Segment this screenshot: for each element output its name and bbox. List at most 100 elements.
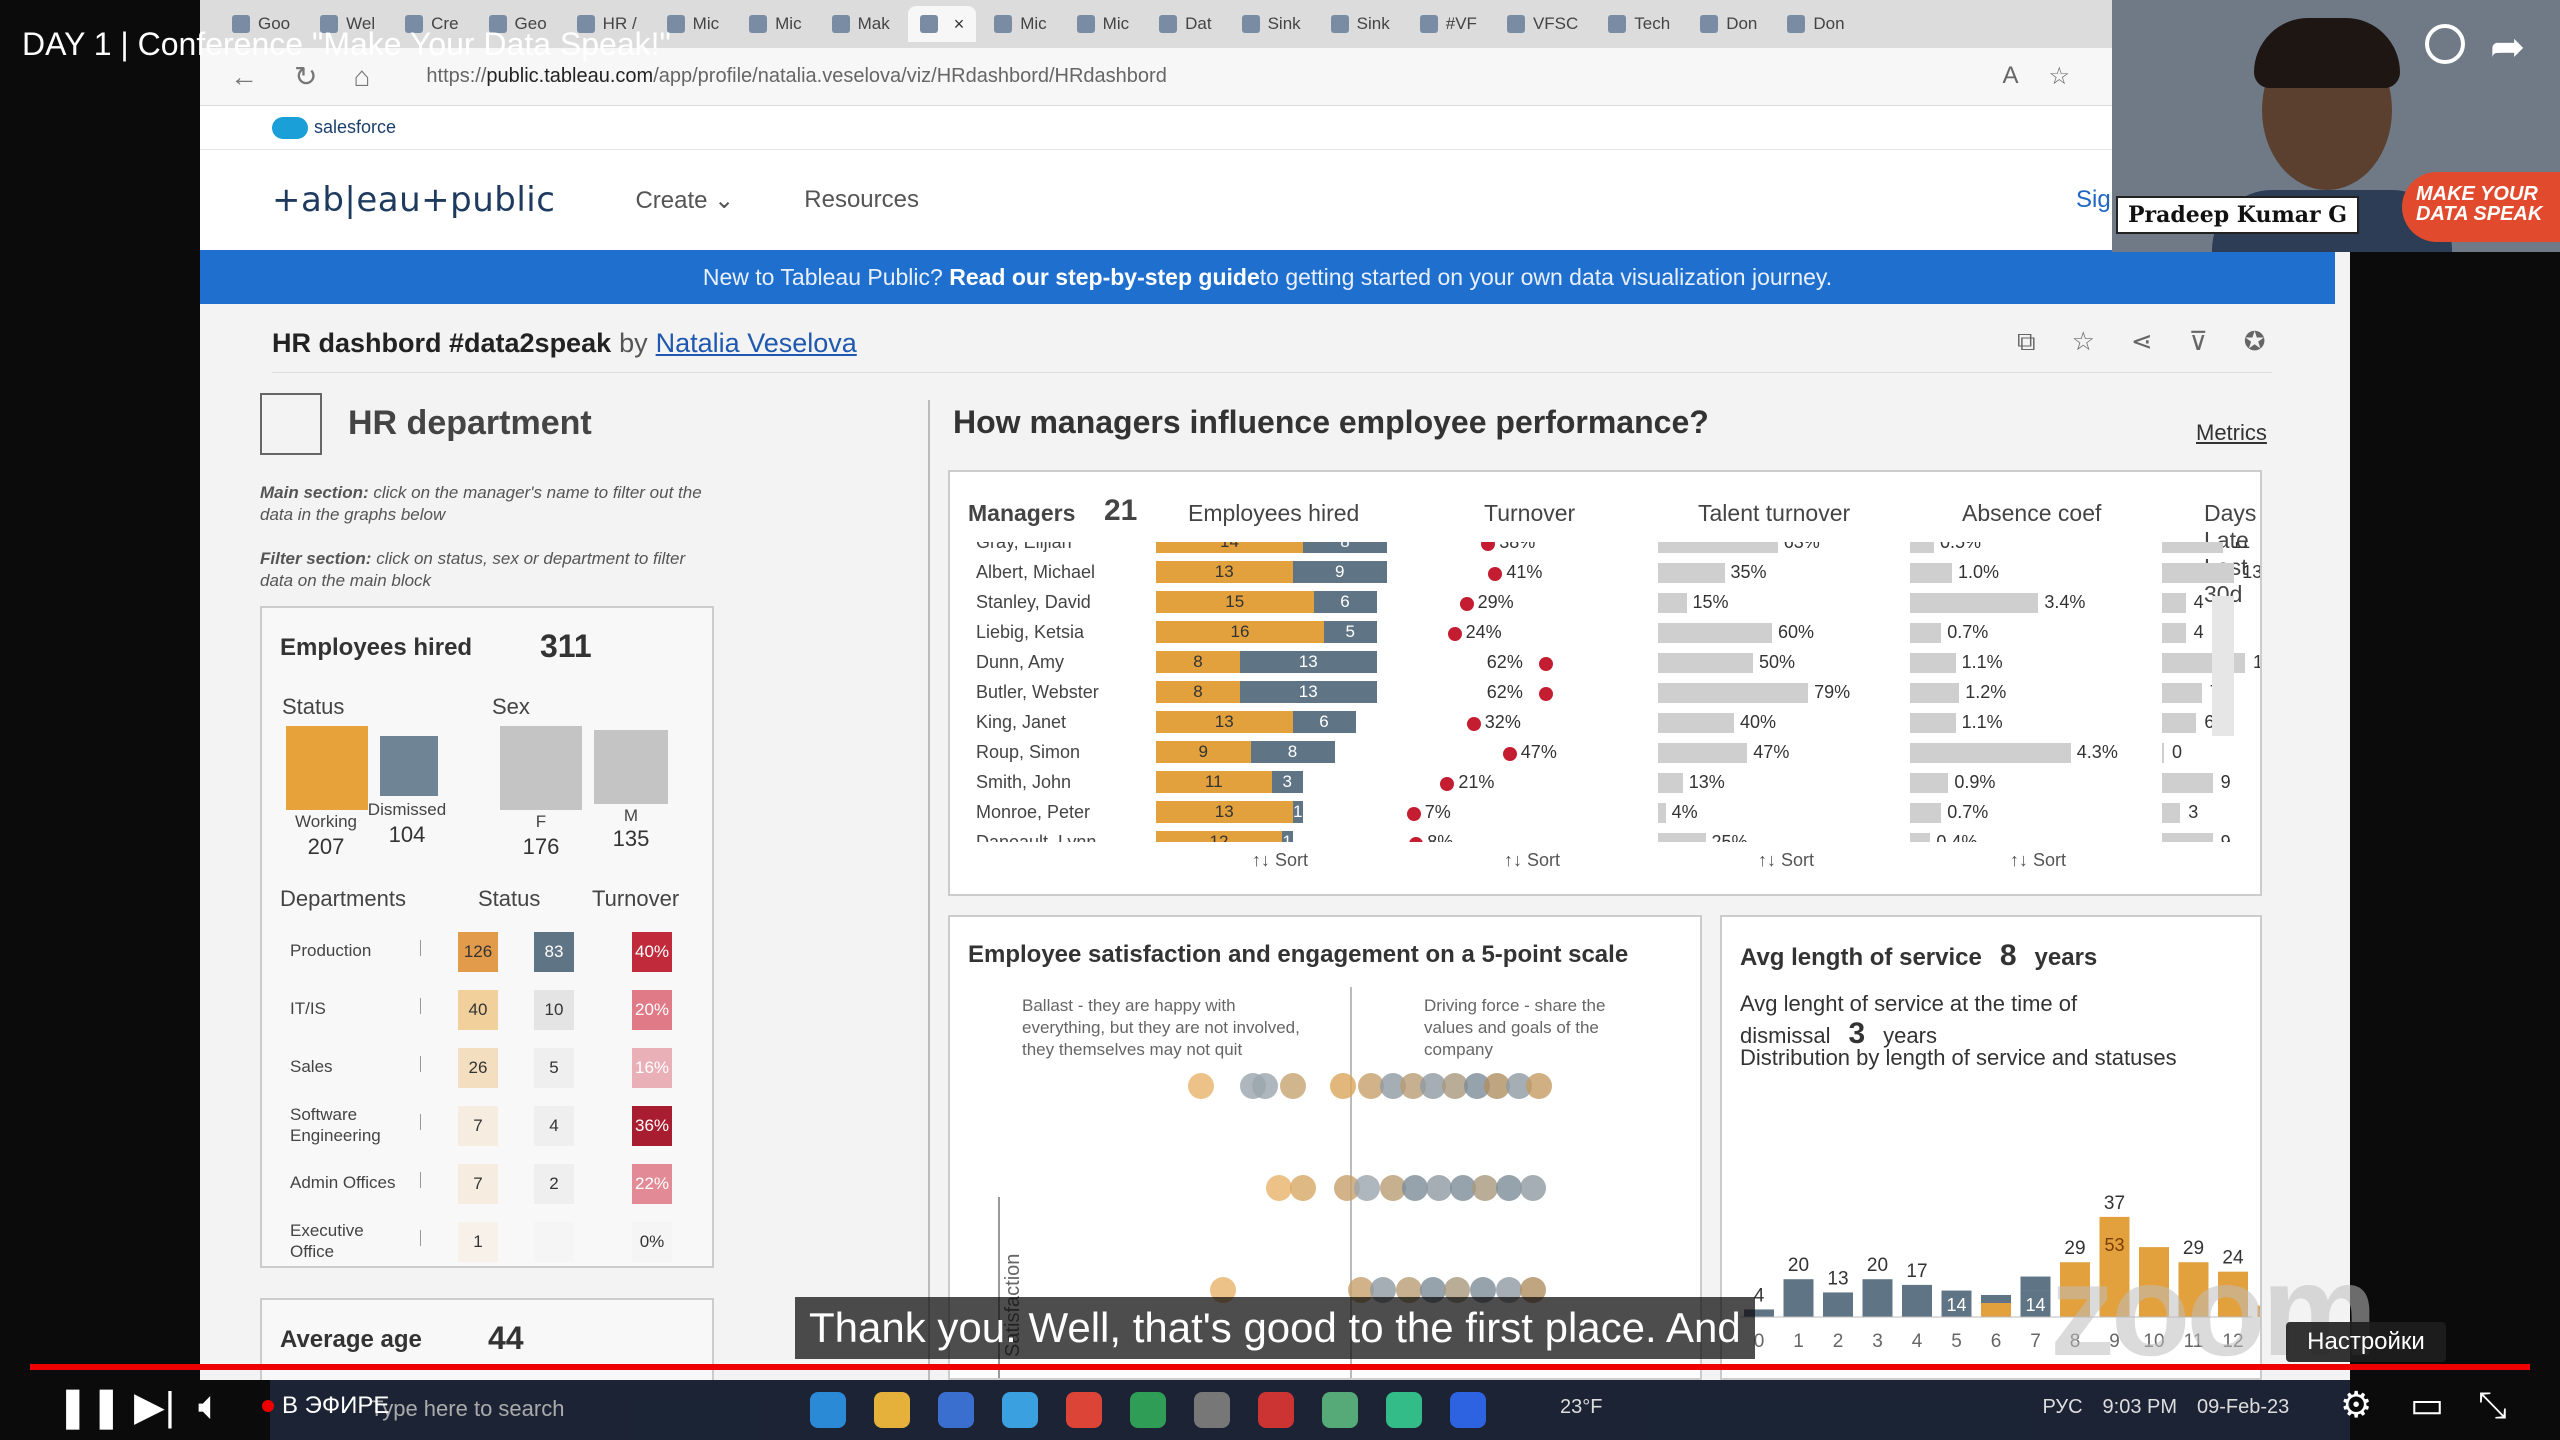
settings-gear-icon-player[interactable]: ⚙ (2340, 1384, 2372, 1426)
manager-row[interactable]: King, Janet 13 6 32% 40% 1.1% 6 (950, 708, 2260, 738)
live-indicator[interactable]: В ЭФИРЕ (262, 1392, 389, 1420)
manager-name[interactable]: Dunn, Amy (976, 652, 1064, 673)
manager-name[interactable]: King, Janet (976, 712, 1066, 733)
browser-tab[interactable]: Don (1688, 6, 1769, 42)
status-dismissed-square[interactable] (380, 736, 438, 796)
dept-working-cell[interactable]: 1 (458, 1222, 498, 1262)
home-icon[interactable]: ⌂ (353, 61, 370, 93)
manager-row[interactable]: Roup, Simon 9 8 47% 47% 4.3% 0 (950, 738, 2260, 768)
pause-icon[interactable]: ❚❚ (56, 1384, 123, 1430)
talent-turnover-bar[interactable] (1658, 773, 1683, 793)
copy-icon[interactable]: ⧉ (2017, 326, 2036, 358)
dept-turnover-cell[interactable]: 0% (632, 1222, 672, 1262)
talent-turnover-bar[interactable] (1658, 542, 1778, 553)
hired-working-bar[interactable]: 9 (1156, 741, 1251, 763)
days-late-bar[interactable] (2162, 833, 2213, 842)
status-working-square[interactable] (286, 726, 368, 810)
days-late-bar[interactable] (2162, 563, 2235, 583)
share-icon[interactable]: ⋖ (2131, 326, 2153, 358)
dept-working-cell[interactable]: 7 (458, 1106, 498, 1146)
satisfaction-point[interactable] (1472, 1175, 1498, 1201)
close-tab-icon[interactable]: × (954, 14, 965, 35)
days-late-bar[interactable] (2162, 623, 2186, 643)
absence-bar[interactable] (1910, 743, 2071, 763)
browser-tab[interactable]: Sink (1319, 6, 1402, 42)
dept-turnover-cell[interactable]: 40% (632, 932, 672, 972)
badge-icon[interactable]: ✪ (2244, 326, 2266, 358)
talent-turnover-bar[interactable] (1658, 683, 1809, 703)
dept-working-cell[interactable]: 40 (458, 990, 498, 1030)
dismissed-bar[interactable] (2020, 1276, 2051, 1291)
dept-turnover-cell[interactable]: 16% (632, 1048, 672, 1088)
dept-dismissed-cell[interactable]: 2 (534, 1164, 574, 1204)
hired-dismissed-bar[interactable]: 1 (1282, 831, 1293, 842)
hired-dismissed-bar[interactable]: 13 (1240, 651, 1377, 673)
browser-tab[interactable]: Mic (1065, 6, 1141, 42)
days-late-bar[interactable] (2162, 713, 2197, 733)
satisfaction-point[interactable] (1496, 1175, 1522, 1201)
manager-row[interactable]: Albert, Michael 13 9 41% 35% 1.0% 13 (950, 558, 2260, 588)
sign-in-link[interactable]: Sig (2076, 186, 2111, 214)
video-title[interactable]: DAY 1 | Conference "Make Your Data Speak… (22, 26, 671, 63)
back-icon[interactable]: ← (230, 61, 258, 93)
satisfaction-point[interactable] (1188, 1073, 1214, 1099)
read-aloud-icon[interactable]: A (2002, 62, 2018, 91)
days-late-bar[interactable] (2162, 773, 2213, 793)
author-link[interactable]: Natalia Veselova (656, 328, 857, 359)
hired-working-bar[interactable]: 8 (1156, 681, 1240, 703)
dismissed-bar[interactable] (1862, 1279, 1893, 1317)
manager-row[interactable]: Smith, John 11 3 21% 13% 0.9% 9 (950, 768, 2260, 798)
dept-dismissed-cell[interactable]: 5 (534, 1048, 574, 1088)
days-late-bar[interactable] (2162, 743, 2164, 763)
browser-tab[interactable]: Mic (982, 6, 1058, 42)
tableau-public-logo[interactable]: +ab|eau+public (272, 180, 555, 220)
satisfaction-point[interactable] (1526, 1073, 1552, 1099)
guide-link[interactable]: Read our step-by-step guide (949, 264, 1260, 291)
satisfaction-point[interactable] (1520, 1175, 1546, 1201)
dept-turnover-cell[interactable]: 36% (632, 1106, 672, 1146)
absence-bar[interactable] (1910, 803, 1942, 823)
manager-name[interactable]: Albert, Michael (976, 562, 1095, 583)
watch-later-icon[interactable] (2425, 24, 2465, 64)
browser-tab[interactable]: × (907, 6, 977, 42)
absence-bar[interactable] (1910, 593, 2039, 613)
dismissed-bar[interactable] (1981, 1295, 2011, 1303)
absence-bar[interactable] (1910, 683, 1960, 703)
satisfaction-point[interactable] (1330, 1073, 1356, 1099)
department-row[interactable]: Executive Office 1 0% (282, 1221, 692, 1266)
browser-tab[interactable]: #VF (1408, 6, 1489, 42)
satisfaction-point[interactable] (1426, 1175, 1452, 1201)
favorite-star-icon[interactable]: ☆ (2072, 326, 2095, 358)
talent-turnover-bar[interactable] (1658, 623, 1772, 643)
manager-rows[interactable]: Gray, Elijian14838%63%0.5%11Albert, Mich… (950, 542, 2260, 842)
favorites-icon[interactable]: ☆ (2048, 62, 2070, 91)
manager-name[interactable]: Danoault, Lynn (976, 832, 1096, 842)
satisfaction-point[interactable] (1252, 1073, 1278, 1099)
satisfaction-point[interactable] (1280, 1073, 1306, 1099)
download-icon[interactable]: ⊽ (2189, 326, 2208, 358)
hired-dismissed-bar[interactable]: 5 (1324, 621, 1377, 643)
turnover-dot[interactable] (1466, 717, 1481, 731)
department-row[interactable]: Production 126 83 40% (282, 932, 692, 976)
satisfaction-point[interactable] (1290, 1175, 1316, 1201)
satisfaction-point[interactable] (1266, 1175, 1292, 1201)
days-late-bar[interactable] (2162, 803, 2181, 823)
turnover-dot[interactable] (1488, 567, 1503, 581)
days-late-bar[interactable] (2162, 542, 2224, 553)
manager-name[interactable]: Smith, John (976, 772, 1071, 793)
turnover-dot[interactable] (1447, 627, 1462, 641)
absence-bar[interactable] (1910, 773, 1949, 793)
dept-dismissed-cell[interactable]: 4 (534, 1106, 574, 1146)
manager-row[interactable]: Danoault, Lynn 12 1 8% 25% 0.4% 9 (950, 828, 2260, 842)
hired-working-bar[interactable]: 12 (1156, 831, 1282, 842)
browser-tab[interactable]: Don (1775, 6, 1856, 42)
browser-tab[interactable]: Sink (1230, 6, 1313, 42)
dept-dismissed-cell[interactable]: 10 (534, 990, 574, 1030)
url-field[interactable]: https://public.tableau.com/app/profile/n… (426, 65, 1166, 88)
hired-dismissed-bar[interactable]: 3 (1271, 771, 1303, 793)
turnover-dot[interactable] (1538, 657, 1553, 671)
volume-icon[interactable]: 🔈︎ (198, 1384, 222, 1429)
dept-working-cell[interactable]: 126 (458, 932, 498, 972)
dept-dismissed-cell[interactable] (534, 1222, 574, 1262)
dept-working-cell[interactable]: 7 (458, 1164, 498, 1204)
